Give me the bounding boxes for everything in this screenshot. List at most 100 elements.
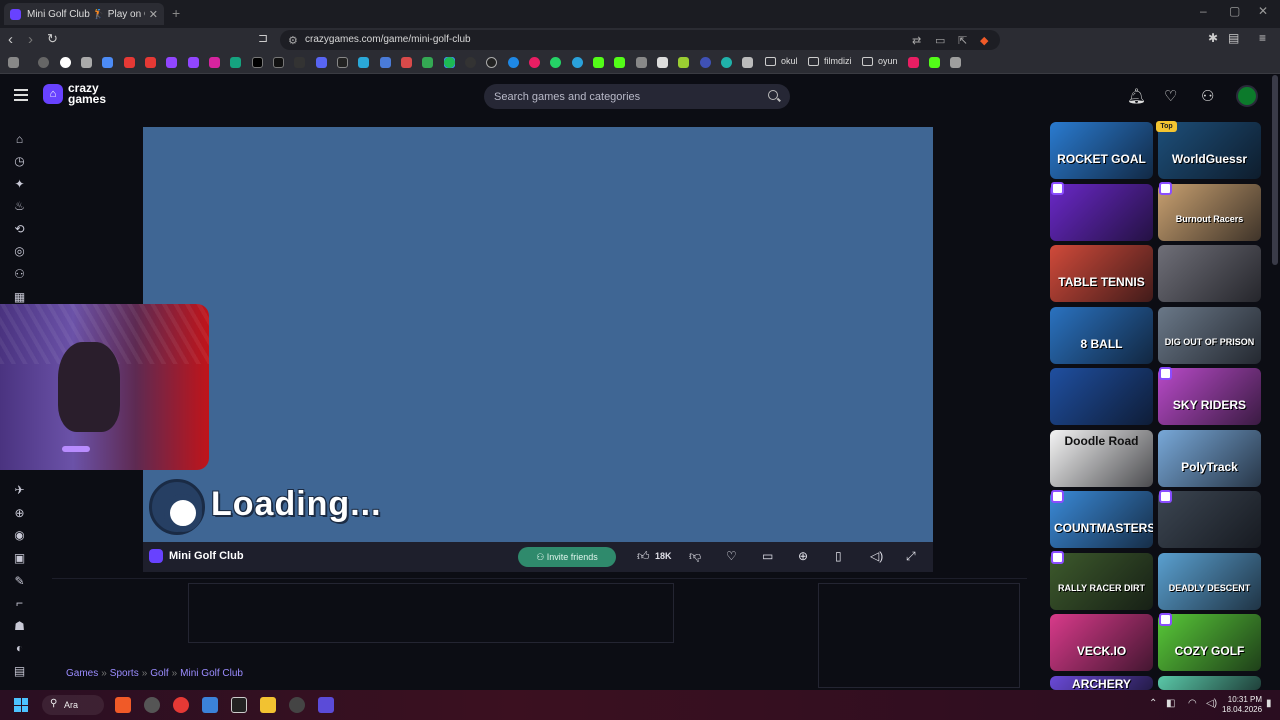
network-icon[interactable]: ◠ [1188,698,1197,709]
game-thumbnail[interactable] [1158,675,1261,690]
drive-icon[interactable] [422,57,433,68]
fullscreen-icon[interactable]: ⤢ [906,549,916,564]
brave-icon[interactable] [115,697,131,713]
game-thumbnail[interactable]: VECK.IO [1050,614,1153,671]
notifications-icon[interactable]: ▮ [1266,698,1272,709]
game-thumbnail[interactable] [1158,491,1261,548]
windows-start-icon[interactable] [14,698,28,712]
bookmark-icon[interactable] [81,57,92,68]
bookmark-icon[interactable] [742,57,753,68]
new-icon[interactable]: ✦ [12,177,27,192]
kick-icon[interactable] [929,57,940,68]
controller-icon[interactable]: ⊕ [12,506,27,521]
menu-icon[interactable]: ≡ [1259,31,1266,45]
google-icon[interactable] [60,57,71,68]
twitch-icon[interactable] [166,57,177,68]
search-box[interactable] [484,84,790,109]
friends-icon[interactable]: ⚇ [1201,87,1214,105]
avatar[interactable] [1236,85,1258,107]
bookmark-icon[interactable] [721,57,732,68]
category-icon[interactable]: ▤ [12,664,27,679]
gmail-icon[interactable] [401,57,412,68]
game-thumbnail[interactable]: Doodle Road [1050,429,1153,487]
bookmark-icon[interactable] [529,57,540,68]
telegram-icon[interactable] [572,57,583,68]
new-tab-icon[interactable]: + [172,5,180,21]
shooting-icon[interactable]: ⌐ [12,596,27,611]
browser-tab[interactable]: Mini Golf Club 🏌 Play on CrazyGames ✕ [4,3,164,25]
game-thumbnail[interactable]: 8 BALL [1050,306,1153,364]
media-player-icon[interactable] [173,697,189,713]
game-thumbnail[interactable]: DIG OUT OF PRISON [1158,306,1261,364]
obs-icon[interactable] [144,697,160,713]
horror-icon[interactable]: ☗ [12,619,27,634]
apps-grid-icon[interactable] [8,57,19,68]
photos-icon[interactable] [202,697,218,713]
bookmark-page-icon[interactable]: ⊐ [258,31,268,45]
invite-friends-button[interactable]: ⚇ Invite friends [518,547,616,567]
game-thumbnail[interactable]: COZY GOLF [1158,614,1261,671]
breadcrumb-link[interactable]: Golf [150,668,168,679]
menu-hamburger-icon[interactable] [14,89,28,101]
driving-icon[interactable]: ◉ [12,528,27,543]
trending-icon[interactable]: ♨ [12,199,27,214]
category-icon[interactable]: ◐ [12,641,27,656]
notifications-bell-icon[interactable]: 🔔︎ [1127,87,1146,105]
favorite-heart-icon[interactable]: ♡ [726,549,737,563]
bookmark-folder-oyun[interactable]: oyun [862,56,898,66]
game-thumbnail[interactable]: Burnout Racers [1158,183,1261,241]
file-explorer-icon[interactable] [260,697,276,713]
bookmark-icon[interactable] [508,57,519,68]
extensions-icon[interactable]: ✱ [1208,31,1218,45]
game-thumbnail[interactable]: DEADLY DESCENT [1158,552,1261,610]
youtube-icon[interactable] [145,57,156,68]
mobile-icon[interactable]: ▯ [835,549,842,563]
game-thumbnail[interactable] [1050,183,1153,241]
translate-icon[interactable]: ⇄ [912,34,921,47]
game-thumbnail[interactable]: ROCKET GOAL [1050,122,1153,179]
back-icon[interactable]: ‹ [8,31,13,48]
game-thumbnail[interactable]: ARCHERY [1050,675,1153,690]
category-icon[interactable]: ▦ [12,290,27,305]
close-tab-icon[interactable]: ✕ [149,8,158,21]
theater-mode-icon[interactable]: ⊕ [798,549,808,563]
home-icon[interactable]: ⌂ [12,132,27,147]
gemini-icon[interactable] [102,57,113,68]
favorites-heart-icon[interactable]: ♡ [1164,87,1177,105]
capcut-icon[interactable] [231,697,247,713]
tray-overflow-icon[interactable]: ⌃ [1149,698,1157,709]
bookmark-folder-filmdizi[interactable]: filmdizi [808,56,852,66]
originals-icon[interactable]: ◎ [12,244,27,259]
history-icon[interactable] [38,57,49,68]
game-thumbnail[interactable]: COUNTMASTERS [1050,491,1153,548]
share-icon[interactable]: ⇱ [958,34,967,47]
category-icon[interactable]: ✈ [12,483,27,498]
game-thumbnail[interactable] [1158,245,1261,302]
game-thumbnail[interactable]: RALLY RACER DIRT [1050,552,1153,610]
restore-icon[interactable]: ▢ [1229,4,1240,18]
reload-icon[interactable]: ↻ [47,31,58,47]
discord-icon[interactable] [316,57,327,68]
x-icon[interactable] [252,57,263,68]
chatgpt-icon[interactable] [230,57,241,68]
bookmark-icon[interactable] [950,57,961,68]
updated-icon[interactable]: ⟲ [12,222,27,237]
recent-icon[interactable]: ◷ [12,154,27,169]
close-window-icon[interactable]: ✕ [1258,4,1268,18]
page-scrollbar[interactable] [1272,75,1278,265]
tiktok-icon[interactable] [294,57,305,68]
search-icon[interactable] [768,90,778,100]
bookmark-icon[interactable] [465,57,476,68]
app-icon[interactable] [289,697,305,713]
game-thumbnail[interactable]: PolyTrack [1158,429,1261,487]
minimize-icon[interactable]: – [1200,4,1207,18]
tiktok-icon[interactable] [273,57,284,68]
spotify-icon[interactable] [444,57,455,68]
game-thumbnail[interactable]: TABLE TENNIS [1050,245,1153,302]
search-input[interactable] [494,89,754,104]
tray-app-icon[interactable]: ◧ [1166,698,1175,709]
app-icon[interactable] [318,697,334,713]
game-thumbnail[interactable] [1050,368,1153,425]
capcut-icon[interactable] [337,57,348,68]
cast-icon[interactable]: ▭ [935,34,945,47]
